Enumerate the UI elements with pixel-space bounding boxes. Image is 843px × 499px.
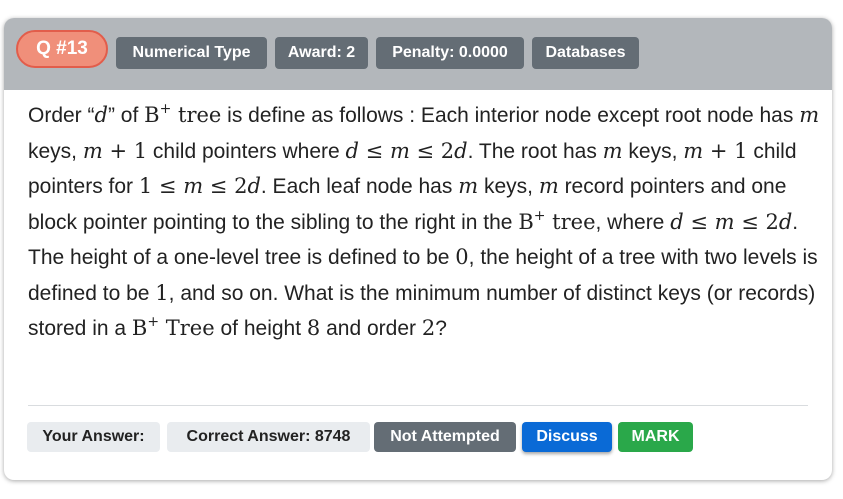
correct-answer-label: Correct Answer: 8748	[167, 422, 370, 452]
award-badge: Award: 2	[275, 37, 368, 69]
your-answer-label: Your Answer:	[27, 422, 160, 452]
status-badge: Not Attempted	[374, 422, 516, 452]
question-type-badge: Numerical Type	[116, 37, 267, 69]
card-header: Q #13 Numerical Type Award: 2 Penalty: 0…	[4, 18, 832, 90]
subject-badge: Databases	[532, 37, 639, 69]
footer-divider	[28, 405, 808, 406]
question-number-badge: Q #13	[16, 30, 108, 68]
question-text: Order “d” of B+ tree is define as follow…	[28, 101, 820, 340]
penalty-badge: Penalty: 0.0000	[376, 37, 524, 69]
mark-button[interactable]: MARK	[618, 422, 693, 452]
question-card: Q #13 Numerical Type Award: 2 Penalty: 0…	[4, 18, 832, 480]
discuss-button[interactable]: Discuss	[522, 422, 612, 452]
